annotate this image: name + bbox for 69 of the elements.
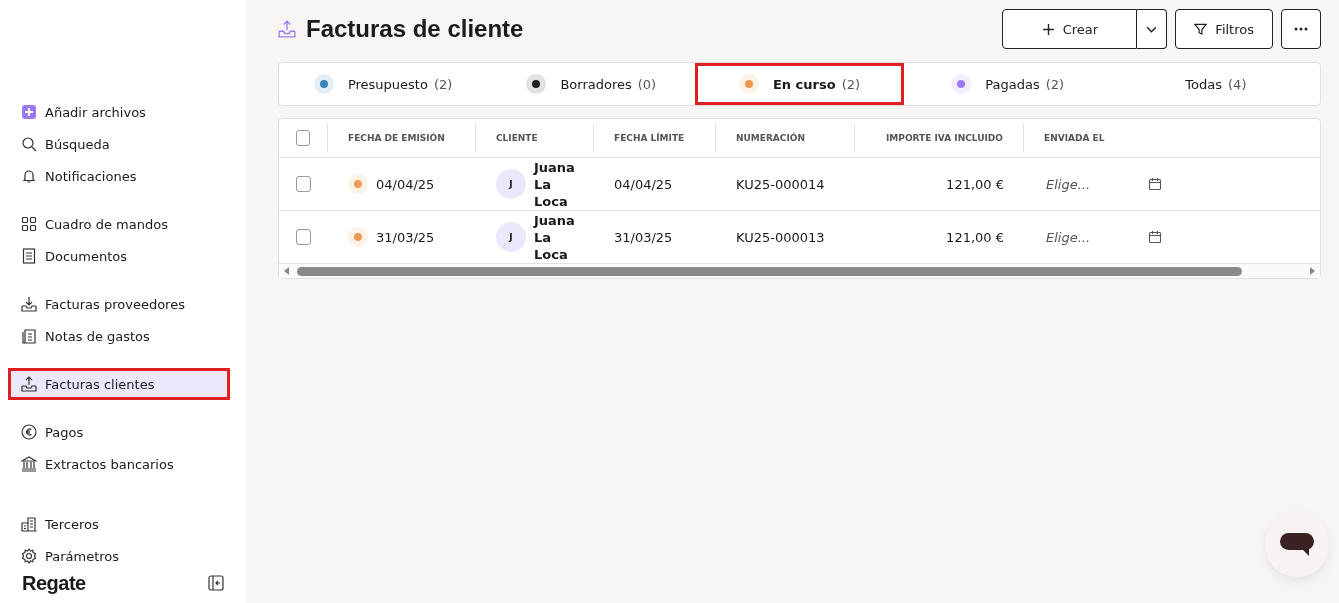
status-tab[interactable]: Todas (4) <box>1111 63 1320 105</box>
table-cell: 31/03/25 <box>614 229 673 245</box>
sidebar-item[interactable]: Terceros <box>8 508 230 540</box>
column-header: FECHA DE EMISIÓN <box>328 124 476 152</box>
column-header: IMPORTE IVA INCLUIDO <box>855 124 1024 152</box>
calendar-icon[interactable] <box>1148 177 1162 191</box>
upload-tray-icon <box>21 376 37 392</box>
sidebar-item[interactable]: Cuadro de mandos <box>8 208 230 240</box>
column-header: ENVIADA EL <box>1043 132 1106 145</box>
date-field[interactable]: Elige... <box>1044 175 1138 193</box>
sidebar-item[interactable]: Extractos bancarios <box>8 448 230 480</box>
sidebar-item[interactable]: Añadir archivos <box>8 96 230 128</box>
scroll-right-icon[interactable] <box>1308 267 1316 275</box>
more-button[interactable] <box>1281 9 1321 49</box>
status-tab[interactable]: Borradores (0) <box>487 63 696 105</box>
table-cell: 04/04/25 <box>614 176 673 192</box>
sidebar-item[interactable]: Facturas proveedores <box>8 288 230 320</box>
euro-icon <box>21 424 37 440</box>
document-icon <box>21 248 37 264</box>
sidebar-item[interactable]: Parámetros <box>8 540 230 572</box>
receipt-icon <box>21 328 37 344</box>
settings-icon <box>21 548 37 564</box>
sidebar-item[interactable]: Documentos <box>8 240 230 272</box>
date-field[interactable]: Elige... <box>1044 228 1138 246</box>
brand-logo: Regate <box>22 572 86 594</box>
table-cell: 121,00 € <box>946 229 1004 245</box>
plus-icon <box>1041 22 1055 36</box>
table-cell: KU25-000014 <box>736 176 825 192</box>
column-header: NUMERACIÓN <box>716 124 855 152</box>
table-cell: KU25-000013 <box>736 229 825 245</box>
filters-button[interactable]: Filtros <box>1175 9 1273 49</box>
building-icon <box>21 516 37 532</box>
more-icon <box>1294 27 1308 31</box>
page-title: Facturas de cliente <box>306 15 524 43</box>
client-name: Juana La Loca <box>534 158 575 210</box>
dropdown-button[interactable] <box>1137 9 1168 49</box>
filter-icon <box>1194 22 1208 36</box>
search-icon <box>21 136 37 152</box>
sidebar-item[interactable]: Notificaciones <box>8 160 230 192</box>
row-checkbox[interactable] <box>296 176 311 192</box>
avatar: J <box>496 222 526 252</box>
select-all-checkbox[interactable] <box>296 130 310 146</box>
create-button[interactable]: Crear <box>1002 9 1138 49</box>
column-header: FECHA LÍMITE <box>594 124 716 152</box>
collapse-sidebar-icon[interactable] <box>208 575 224 591</box>
sidebar-item[interactable]: Notas de gastos <box>8 320 230 352</box>
status-tab[interactable]: En curso (2) <box>695 63 904 105</box>
avatar: J <box>496 169 526 199</box>
sidebar-item[interactable]: Facturas clientes <box>8 368 230 400</box>
row-checkbox[interactable] <box>296 229 311 245</box>
status-tab[interactable]: Presupuesto (2) <box>279 63 488 105</box>
table-cell: 121,00 € <box>946 176 1004 192</box>
plus-icon <box>21 104 37 120</box>
scroll-left-icon[interactable] <box>283 267 291 275</box>
chat-bubble-icon <box>1280 533 1314 557</box>
column-header: CLIENTE <box>476 124 594 152</box>
table-cell: 04/04/25 <box>376 176 435 192</box>
bell-icon <box>21 168 37 184</box>
client-name: Juana La Loca <box>534 211 575 263</box>
bank-icon <box>21 456 37 472</box>
upload-tray-icon <box>278 20 296 38</box>
status-tab[interactable]: Pagadas (2) <box>903 63 1112 105</box>
sidebar-item[interactable]: Búsqueda <box>8 128 230 160</box>
table-cell: 31/03/25 <box>376 229 435 245</box>
horizontal-scrollbar[interactable] <box>279 264 1320 278</box>
grid-icon <box>21 216 37 232</box>
download-tray-icon <box>21 296 37 312</box>
calendar-icon[interactable] <box>1148 230 1162 244</box>
sidebar-item[interactable]: Pagos <box>8 416 230 448</box>
